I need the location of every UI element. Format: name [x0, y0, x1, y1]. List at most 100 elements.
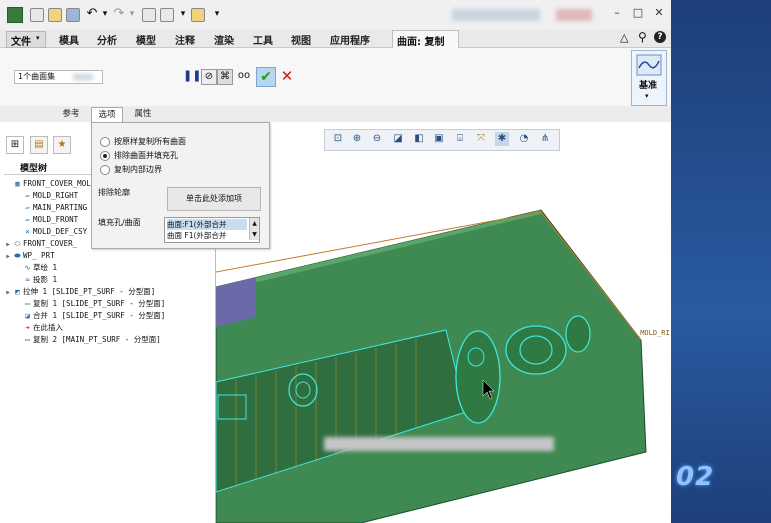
tree-item[interactable]: ◪ 合并 1 [SLIDE_PT_SURF - 分型面]: [14, 310, 165, 322]
sketch-icon: ∿: [24, 263, 31, 272]
datum-plane-icon: ▱: [25, 191, 30, 200]
verify-mode-icon[interactable]: ⌘: [217, 69, 233, 85]
favorites-tab-icon[interactable]: ★: [53, 136, 71, 154]
radio-button-selected[interactable]: [100, 150, 110, 161]
menu-model[interactable]: 模型: [136, 32, 156, 47]
regenerate-icon[interactable]: [142, 8, 156, 22]
tree-item[interactable]: ➔ 在此插入: [14, 322, 63, 334]
add-item-button[interactable]: 单击此处添加项: [167, 187, 261, 211]
zoom-out-icon[interactable]: ⊖: [370, 132, 384, 146]
fill-holes-list[interactable]: 曲面:F1(外部合并 曲面 F1(外部合并 ▲ ▼: [164, 217, 260, 243]
tree-item[interactable]: ▶ ◩ 拉伸 1 [SLIDE_PT_SURF - 分型面]: [4, 286, 155, 298]
tree-item-label: FRONT_COVER_MOL: [23, 179, 91, 188]
maximize-icon[interactable]: □: [631, 6, 645, 20]
menu-render[interactable]: 渲染: [214, 32, 234, 47]
tree-item[interactable]: ⨯ MOLD_DEF_CSY: [14, 226, 87, 238]
customize-toolbar-icon[interactable]: ▾: [211, 8, 223, 20]
copy-icon: ▭: [25, 335, 30, 344]
undo-icon[interactable]: ↶: [86, 7, 98, 20]
undo-dropdown-icon[interactable]: ▾: [99, 8, 111, 20]
tree-item-label: 投影 1: [33, 275, 58, 284]
zoom-fit-icon[interactable]: ⊡: [331, 132, 345, 146]
tab-properties[interactable]: 属性: [128, 107, 158, 121]
radio-button[interactable]: [100, 164, 110, 175]
tab-surface-copy[interactable]: 曲面: 复制: [392, 30, 459, 49]
model-tree-tab-icon[interactable]: ⊞: [6, 136, 24, 154]
radio-button[interactable]: [100, 136, 110, 147]
new-file-icon[interactable]: [30, 8, 44, 22]
spin-center-icon[interactable]: ✱: [495, 132, 509, 146]
tree-item[interactable]: ▦ FRONT_COVER_MOL: [4, 178, 91, 190]
exclude-contours-label: 排除轮廓: [98, 188, 130, 197]
windows-icon[interactable]: [160, 8, 174, 22]
radio-copy-all[interactable]: 按原样复制所有曲面: [100, 136, 186, 148]
radio-exclude-fill-label: 排除曲面并填充孔: [114, 151, 178, 160]
desktop-digits: 02: [676, 462, 715, 492]
menu-file[interactable]: 文件 ▾: [6, 31, 46, 48]
search-icon[interactable]: ⚲: [638, 30, 647, 44]
open-file-icon[interactable]: [48, 8, 62, 22]
help-icon[interactable]: ?: [654, 31, 666, 43]
projection-icon: ≈: [25, 275, 30, 284]
pause-icon[interactable]: ❚❚: [183, 69, 201, 83]
windows-dropdown-icon[interactable]: ▾: [177, 8, 189, 20]
tree-item[interactable]: ≈ 投影 1: [14, 274, 57, 286]
mold-model-view: [216, 209, 647, 523]
graphics-window[interactable]: [216, 122, 671, 523]
menu-view[interactable]: 视图: [291, 32, 311, 47]
menu-annotate[interactable]: 注释: [175, 32, 195, 47]
folder-browser-tab-icon[interactable]: ▤: [30, 136, 48, 154]
list-item[interactable]: 曲面:F1(外部合并: [167, 219, 247, 230]
close-icon[interactable]: ✕: [652, 6, 666, 20]
list-item[interactable]: 曲面 F1(外部合并: [167, 230, 247, 241]
tab-references[interactable]: 参考: [56, 107, 86, 121]
close-window-icon[interactable]: [191, 8, 205, 22]
tree-item[interactable]: ▶ ⬭ FRONT_COVER_: [4, 238, 77, 250]
tree-item[interactable]: ▭ 复制 2 [MAIN_PT_SURF - 分型面]: [14, 334, 161, 346]
menu-analysis[interactable]: 分析: [97, 32, 117, 47]
annotation-display-icon[interactable]: ◔: [517, 132, 531, 146]
radio-exclude-fill[interactable]: 排除曲面并填充孔: [100, 150, 178, 162]
preview-glasses-icon[interactable]: oo: [236, 69, 252, 83]
tree-item-label: FRONT_COVER_: [23, 239, 78, 248]
menu-tools[interactable]: 工具: [253, 32, 273, 47]
list-scrollbar[interactable]: ▲ ▼: [249, 218, 259, 240]
radio-inner-boundary-label: 复制内部边界: [114, 165, 162, 174]
tree-item[interactable]: ▱ MOLD_FRONT: [14, 214, 78, 226]
datum-plane-icon: ▱: [25, 215, 30, 224]
collector-blurred: [73, 74, 93, 80]
ok-check-icon[interactable]: ✔: [256, 67, 276, 87]
expand-arrow-icon[interactable]: ▶: [4, 251, 12, 263]
tree-item[interactable]: ▱ MOLD_RIGHT: [14, 190, 78, 202]
tree-item[interactable]: ▶ ⬬ WP_ PRT: [4, 250, 54, 263]
repaint-icon[interactable]: ◪: [391, 132, 405, 146]
app-logo-icon: [7, 7, 23, 23]
tab-options[interactable]: 选项: [91, 107, 123, 122]
network-display-icon[interactable]: ⋔: [538, 132, 552, 146]
collapse-ribbon-icon[interactable]: △: [620, 31, 628, 44]
tree-item[interactable]: ▭ 复制 1 [SLIDE_PT_SURF - 分型面]: [14, 298, 165, 310]
redo-dropdown-icon[interactable]: ▾: [126, 8, 138, 20]
tree-item[interactable]: ∿ 草绘 1: [14, 262, 57, 274]
datum-display-icon[interactable]: ⤧: [474, 132, 488, 146]
menu-applications[interactable]: 应用程序: [330, 32, 370, 47]
datum-icon: [636, 54, 662, 76]
tree-item[interactable]: ▱ MAIN_PARTING: [14, 202, 87, 214]
insert-here-icon: ➔: [25, 323, 30, 332]
zoom-in-icon[interactable]: ⊕: [350, 132, 364, 146]
minimize-icon[interactable]: –: [610, 6, 624, 20]
radio-inner-boundary[interactable]: 复制内部边界: [100, 164, 162, 176]
window-title-blurred: [452, 9, 540, 21]
view-manager-icon[interactable]: ⌺: [453, 132, 467, 146]
display-style-icon[interactable]: ◧: [412, 132, 426, 146]
no-preview-icon[interactable]: ⊘: [201, 69, 217, 85]
surface-set-collector[interactable]: 1个曲面集: [14, 70, 103, 84]
expand-arrow-icon[interactable]: ▶: [4, 287, 12, 299]
cancel-x-icon[interactable]: ✕: [279, 67, 295, 85]
redo-icon[interactable]: ↷: [113, 7, 125, 20]
datum-group-button[interactable]: 基准 ▾: [631, 50, 667, 106]
save-icon[interactable]: [66, 8, 80, 22]
saved-views-icon[interactable]: ▣: [432, 132, 446, 146]
surface-set-collector-text: 1个曲面集: [18, 72, 56, 81]
menu-mold[interactable]: 模具: [59, 32, 79, 47]
